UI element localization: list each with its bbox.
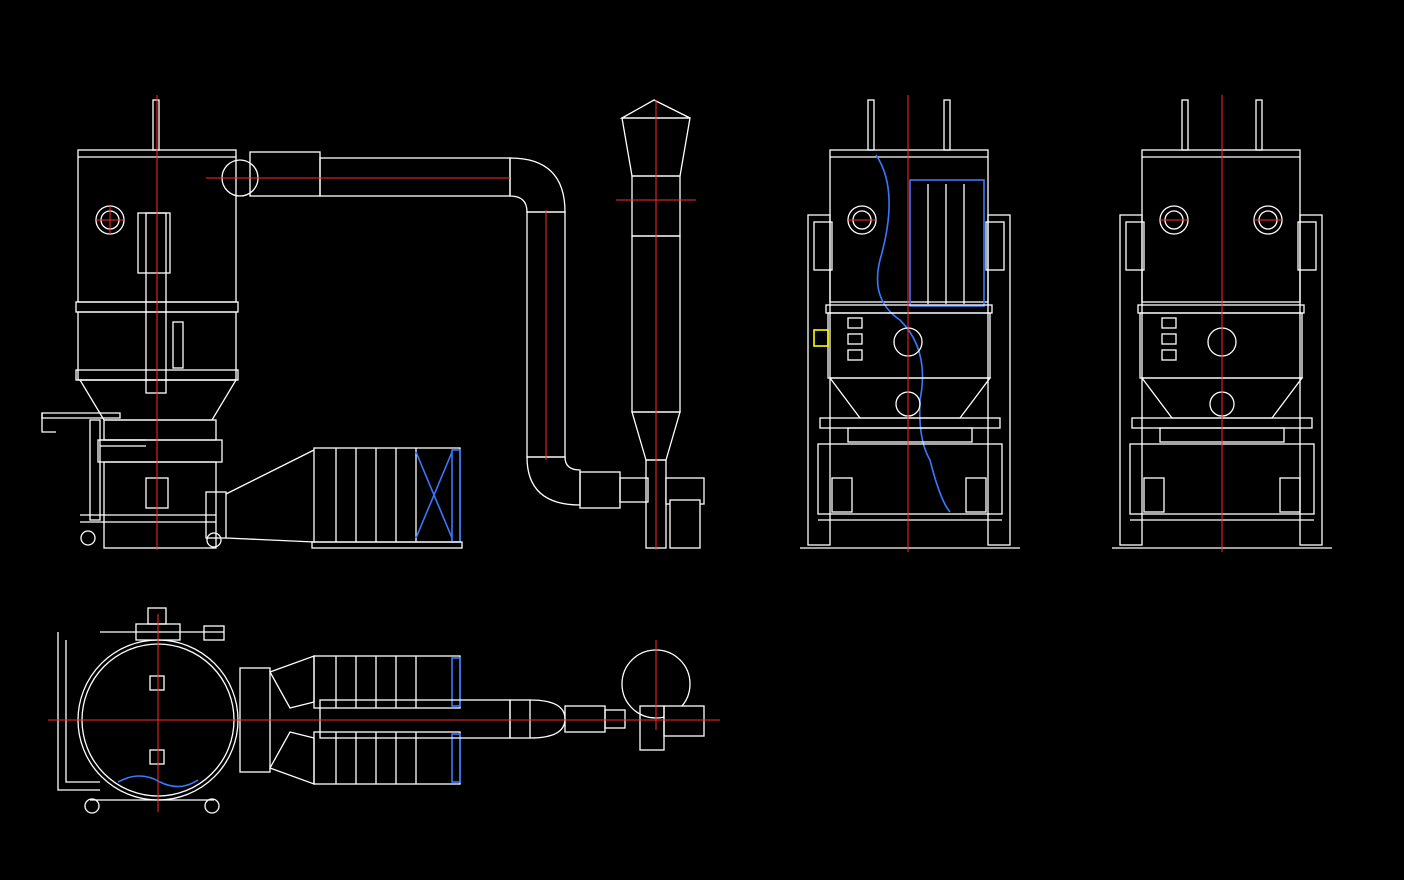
front-elevation-view <box>1112 95 1332 552</box>
cad-drawing-canvas <box>0 0 1404 880</box>
vessel-cone <box>78 379 238 463</box>
exhaust-fan-motor <box>665 477 705 549</box>
plan-view <box>48 607 720 814</box>
air-filter-unit <box>225 447 463 549</box>
exhaust-stub-icon <box>152 99 160 151</box>
front-elevation-section-view <box>800 95 1020 552</box>
cad-drawing-svg <box>41 95 1332 814</box>
filter-bags-highlight <box>875 154 985 513</box>
lower-frame <box>41 412 227 549</box>
exhaust-duct <box>221 151 649 509</box>
side-elevation-view <box>41 95 705 550</box>
